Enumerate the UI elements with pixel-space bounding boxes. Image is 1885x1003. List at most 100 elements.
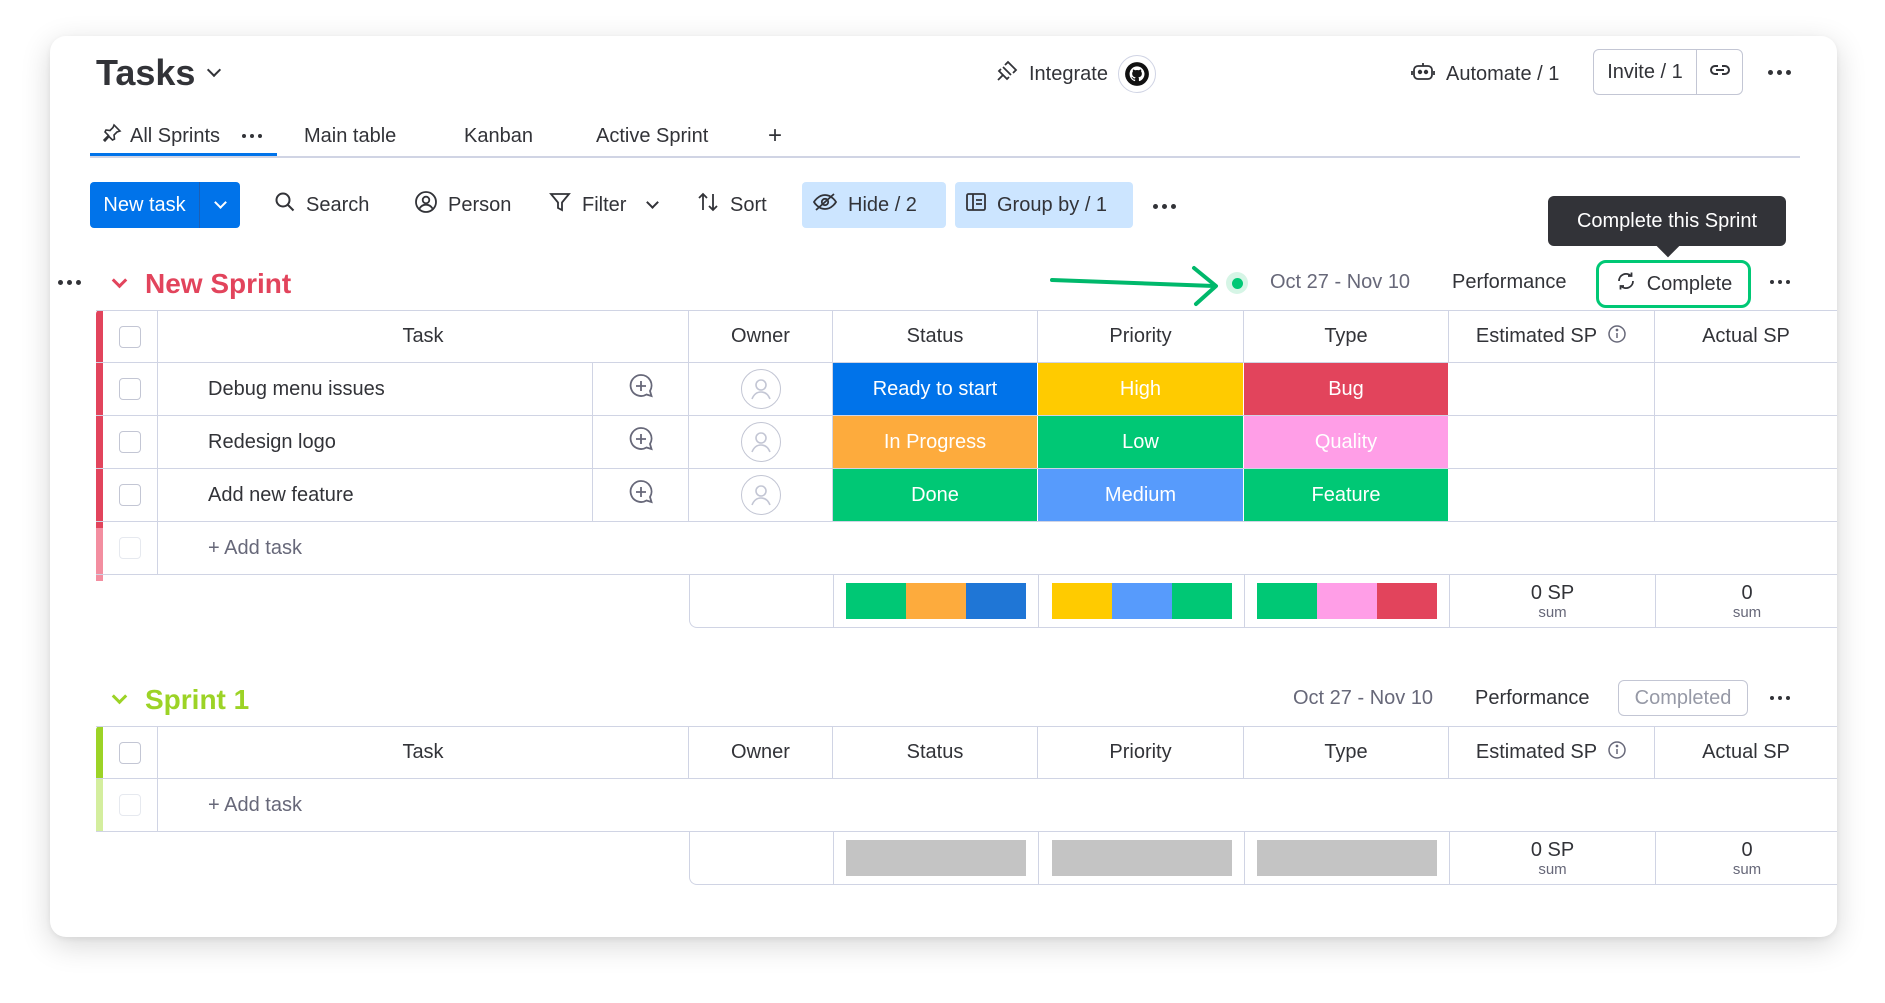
- task-name-cell[interactable]: Add new feature: [158, 469, 593, 521]
- performance-link[interactable]: Performance: [1452, 271, 1567, 294]
- tab-more-icon[interactable]: [242, 134, 263, 138]
- type-cell[interactable]: Feature: [1244, 469, 1449, 521]
- tab-active-sprint[interactable]: Active Sprint: [596, 118, 708, 154]
- actual-sp-cell[interactable]: [1655, 469, 1837, 521]
- column-header-type[interactable]: Type: [1244, 727, 1449, 778]
- column-header-actual-sp[interactable]: Actual SP: [1655, 311, 1837, 362]
- invite-button[interactable]: Invite / 1: [1594, 50, 1697, 94]
- owner-cell[interactable]: [689, 363, 833, 415]
- add-task-input[interactable]: + Add task: [158, 522, 1837, 574]
- group-header-sprint-1[interactable]: Sprint 1: [111, 678, 249, 722]
- chevron-down-icon[interactable]: [111, 272, 128, 288]
- column-header-owner[interactable]: Owner: [689, 727, 833, 778]
- filter-button[interactable]: Filter: [538, 182, 667, 228]
- task-name-cell[interactable]: Debug menu issues: [158, 363, 593, 415]
- group-dates[interactable]: Oct 27 - Nov 10: [1270, 271, 1410, 294]
- status-cell[interactable]: In Progress: [833, 416, 1038, 468]
- table-row[interactable]: Redesign logo In Progress Low Quality: [96, 416, 1837, 469]
- status-distribution-bar[interactable]: [846, 583, 1026, 619]
- board-title[interactable]: Tasks: [96, 48, 222, 98]
- estimated-sp-cell[interactable]: [1449, 363, 1655, 415]
- person-button[interactable]: Person: [404, 182, 521, 228]
- add-task-row[interactable]: + Add task: [96, 779, 1837, 832]
- sort-button[interactable]: Sort: [686, 182, 777, 228]
- group-actions-more-icon[interactable]: [1770, 696, 1790, 700]
- tab-kanban[interactable]: Kanban: [464, 118, 533, 154]
- actual-sp-cell[interactable]: [1655, 363, 1837, 415]
- select-all-checkbox[interactable]: [119, 741, 141, 764]
- performance-link[interactable]: Performance: [1475, 687, 1590, 710]
- status-cell[interactable]: Done: [833, 469, 1038, 521]
- tab-main-table[interactable]: Main table: [304, 118, 396, 154]
- column-header-status[interactable]: Status: [833, 311, 1038, 362]
- owner-cell[interactable]: [689, 416, 833, 468]
- priority-cell[interactable]: Low: [1038, 416, 1244, 468]
- avatar[interactable]: [740, 475, 781, 515]
- type-cell[interactable]: Bug: [1244, 363, 1449, 415]
- add-task-row[interactable]: + Add task: [96, 522, 1837, 575]
- complete-sprint-button[interactable]: Complete: [1596, 260, 1751, 308]
- search-button[interactable]: Search: [264, 182, 379, 228]
- column-header-status[interactable]: Status: [833, 727, 1038, 778]
- select-all-checkbox[interactable]: [119, 325, 141, 348]
- automate-button[interactable]: Automate / 1: [1410, 54, 1559, 94]
- actual-sp-cell[interactable]: [1655, 416, 1837, 468]
- type-distribution-bar[interactable]: [1257, 583, 1437, 619]
- group-title[interactable]: Sprint 1: [145, 684, 249, 716]
- chevron-down-icon[interactable]: [111, 688, 128, 704]
- avatar[interactable]: [740, 422, 781, 462]
- info-icon[interactable]: [1607, 740, 1627, 766]
- estimated-sp-cell[interactable]: [1449, 469, 1655, 521]
- group-header-new-sprint[interactable]: New Sprint: [111, 262, 291, 306]
- estimated-sp-cell[interactable]: [1449, 416, 1655, 468]
- group-more-icon[interactable]: [58, 280, 81, 285]
- type-cell[interactable]: Quality: [1244, 416, 1449, 468]
- chevron-down-icon[interactable]: [646, 196, 660, 209]
- add-comment-icon[interactable]: [627, 425, 655, 459]
- column-header-estimated-sp[interactable]: Estimated SP: [1449, 311, 1655, 362]
- add-update-cell[interactable]: [593, 416, 689, 468]
- group-title[interactable]: New Sprint: [145, 268, 291, 300]
- add-comment-icon[interactable]: [627, 478, 655, 512]
- column-header-estimated-sp[interactable]: Estimated SP: [1449, 727, 1655, 778]
- row-checkbox[interactable]: [119, 431, 141, 453]
- group-dates[interactable]: Oct 27 - Nov 10: [1293, 687, 1433, 710]
- new-task-button[interactable]: New task: [90, 182, 200, 228]
- priority-distribution-bar[interactable]: [1051, 583, 1232, 619]
- type-summary-cell[interactable]: [1245, 575, 1450, 627]
- hide-button[interactable]: Hide / 2: [802, 182, 946, 228]
- add-update-cell[interactable]: [593, 363, 689, 415]
- group-actions-more-icon[interactable]: [1770, 280, 1790, 284]
- table-row[interactable]: Add new feature Done Medium Feature: [96, 469, 1837, 522]
- group-by-button[interactable]: Group by / 1: [955, 182, 1133, 228]
- column-header-type[interactable]: Type: [1244, 311, 1449, 362]
- row-checkbox[interactable]: [119, 484, 141, 506]
- column-header-task[interactable]: Task: [158, 727, 689, 778]
- actual-sp-summary-cell[interactable]: 0 sum: [1656, 575, 1837, 627]
- info-icon[interactable]: [1607, 324, 1627, 350]
- actual-sp-summary-cell[interactable]: 0 sum: [1656, 832, 1837, 884]
- add-view-button[interactable]: +: [768, 118, 782, 154]
- avatar[interactable]: [740, 369, 781, 409]
- toolbar-more-icon[interactable]: [1153, 204, 1176, 209]
- status-summary-cell[interactable]: [834, 575, 1039, 627]
- add-comment-icon[interactable]: [627, 372, 655, 406]
- priority-summary-cell[interactable]: [1039, 575, 1245, 627]
- column-header-actual-sp[interactable]: Actual SP: [1655, 727, 1837, 778]
- integrate-button[interactable]: Integrate: [995, 54, 1156, 94]
- board-more-icon[interactable]: [1768, 70, 1791, 75]
- column-header-priority[interactable]: Priority: [1038, 727, 1244, 778]
- estimated-sp-summary-cell[interactable]: 0 SP sum: [1450, 832, 1656, 884]
- owner-cell[interactable]: [689, 469, 833, 521]
- status-cell[interactable]: Ready to start: [833, 363, 1038, 415]
- column-header-task[interactable]: Task: [158, 311, 689, 362]
- column-header-priority[interactable]: Priority: [1038, 311, 1244, 362]
- add-update-cell[interactable]: [593, 469, 689, 521]
- priority-cell[interactable]: Medium: [1038, 469, 1244, 521]
- task-name-cell[interactable]: Redesign logo: [158, 416, 593, 468]
- tab-all-sprints[interactable]: All Sprints: [102, 118, 263, 154]
- column-header-owner[interactable]: Owner: [689, 311, 833, 362]
- new-task-dropdown[interactable]: [200, 182, 240, 228]
- priority-cell[interactable]: High: [1038, 363, 1244, 415]
- table-row[interactable]: Debug menu issues Ready to start High Bu…: [96, 363, 1837, 416]
